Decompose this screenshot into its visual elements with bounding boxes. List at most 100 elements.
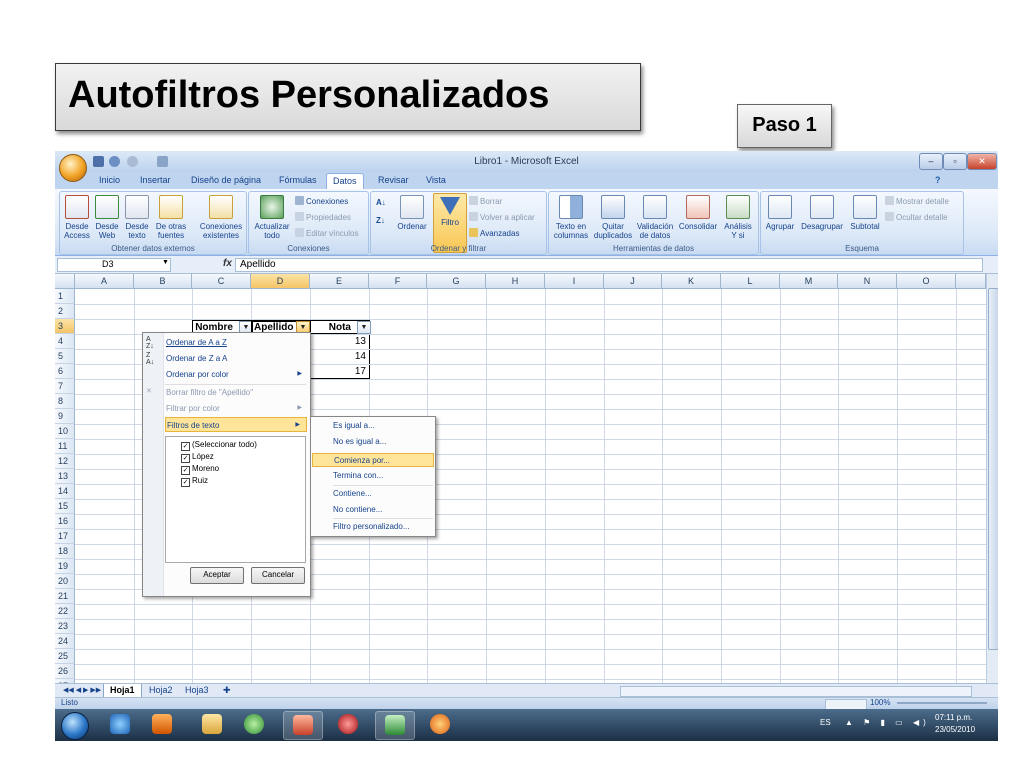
clock-time[interactable]: 07:11 p.m. [935, 713, 972, 722]
column-header[interactable]: K [662, 274, 721, 289]
language-indicator[interactable]: ES [820, 718, 831, 727]
checkbox-ruiz[interactable]: ✓ Ruiz [181, 476, 208, 487]
minimize-button[interactable]: – [919, 153, 943, 170]
checkbox-lopez[interactable]: ✓ López [181, 452, 214, 463]
cell-e4[interactable]: 13 [310, 335, 370, 349]
submenu-ends-with[interactable]: Termina con... [333, 469, 433, 483]
name-box[interactable]: D3 ▼ [57, 258, 171, 272]
column-header[interactable]: B [134, 274, 192, 289]
filter-value-list[interactable]: ✓ (Seleccionar todo) ✓ López ✓ Moreno ✓ Ruiz [165, 436, 306, 563]
column-header[interactable]: F [369, 274, 427, 289]
accept-button[interactable]: Aceptar [190, 567, 244, 584]
desde-access-button[interactable]: Desde Access [62, 195, 92, 240]
desagrupar-button[interactable]: Desagrupar [799, 195, 845, 231]
taskbar-app-media[interactable] [143, 711, 181, 738]
column-header[interactable]: L [721, 274, 780, 289]
row-header[interactable]: 22 [55, 604, 75, 619]
office-button[interactable] [59, 154, 87, 182]
tab-revisar[interactable]: Revisar [378, 175, 409, 185]
editar-vinculos-button[interactable]: Editar vínculos [295, 228, 358, 238]
menu-filter-color[interactable]: Filtrar por color ▶ [165, 401, 308, 416]
column-header[interactable]: E [310, 274, 369, 289]
tab-diseno-pagina[interactable]: Diseño de página [191, 175, 261, 185]
formula-input[interactable]: Apellido [235, 258, 983, 272]
row-header[interactable]: 7 [55, 379, 75, 394]
fx-icon[interactable]: fx [223, 258, 232, 269]
row-header[interactable]: 4 [55, 334, 75, 349]
sort-az-icon[interactable]: A↓ [376, 198, 386, 207]
row-header[interactable]: 24 [55, 634, 75, 649]
avanzadas-button[interactable]: Avanzadas [469, 228, 519, 238]
menu-sort-desc[interactable]: Ordenar de Z a A [165, 351, 308, 366]
row-header[interactable]: 11 [55, 439, 75, 454]
sheet-tab-hoja3[interactable]: Hoja3 [179, 684, 215, 697]
close-button[interactable]: ✕ [967, 153, 997, 170]
zoom-slider[interactable] [897, 702, 987, 704]
clock-date[interactable]: 23/05/2010 [935, 725, 975, 734]
start-button[interactable] [61, 712, 89, 740]
row-header[interactable]: 17 [55, 529, 75, 544]
row-header[interactable]: 3 [55, 319, 75, 334]
taskbar-app-explorer[interactable] [193, 711, 231, 738]
row-header[interactable]: 26 [55, 664, 75, 679]
help-icon[interactable]: ? [935, 175, 941, 185]
column-header[interactable]: M [780, 274, 838, 289]
menu-sort-asc[interactable]: Ordenar de A a Z [165, 335, 308, 350]
row-header[interactable]: 5 [55, 349, 75, 364]
tab-insertar[interactable]: Insertar [140, 175, 171, 185]
select-all-corner[interactable] [55, 274, 75, 289]
zoom-level[interactable]: 100% [870, 698, 890, 707]
otras-fuentes-button[interactable]: De otras fuentes [153, 195, 189, 240]
conexiones-existentes-button[interactable]: Conexiones existentes [198, 195, 244, 240]
sheet-nav-arrows-icon[interactable]: ◀◀ ◀ ▶ ▶▶ [57, 684, 107, 697]
volver-aplicar-button[interactable]: Volver a aplicar [469, 212, 535, 222]
submenu-contains[interactable]: Contiene... [333, 487, 433, 501]
row-header[interactable]: 18 [55, 544, 75, 559]
column-header[interactable]: G [427, 274, 486, 289]
tab-inicio[interactable]: Inicio [99, 175, 120, 185]
texto-columnas-button[interactable]: Texto en columnas [551, 195, 591, 240]
row-header[interactable]: 14 [55, 484, 75, 499]
cancel-button[interactable]: Cancelar [251, 567, 305, 584]
consolidar-button[interactable]: Consolidar [677, 195, 719, 231]
column-header[interactable]: N [838, 274, 897, 289]
sheet-tab-hoja1[interactable]: Hoja1 [103, 684, 142, 698]
row-header[interactable]: 1 [55, 289, 75, 304]
column-header[interactable]: I [545, 274, 604, 289]
filter-dropdown-nota[interactable]: ▼ [357, 321, 371, 334]
row-header[interactable]: 9 [55, 409, 75, 424]
menu-sort-color[interactable]: Ordenar por color ▶ [165, 367, 308, 382]
column-header-blank[interactable] [956, 274, 986, 289]
menu-text-filters[interactable]: Filtros de texto ▶ [165, 417, 307, 432]
column-header[interactable]: D [251, 274, 310, 289]
column-header[interactable]: O [897, 274, 956, 289]
row-header[interactable]: 10 [55, 424, 75, 439]
row-header[interactable]: 13 [55, 469, 75, 484]
column-header[interactable]: A [75, 274, 134, 289]
desde-texto-button[interactable]: Desde texto [123, 195, 151, 240]
row-header[interactable]: 12 [55, 454, 75, 469]
vertical-scroll-thumb[interactable] [988, 288, 998, 650]
row-header[interactable]: 2 [55, 304, 75, 319]
taskbar-app-firefox[interactable] [421, 711, 459, 738]
ordenar-button[interactable]: Ordenar [395, 195, 429, 231]
mostrar-detalle-button[interactable]: Mostrar detalle [885, 196, 949, 206]
checkbox-moreno[interactable]: ✓ Moreno [181, 464, 219, 475]
analisis-y-si-button[interactable]: Análisis Y si [721, 195, 755, 240]
row-header[interactable]: 8 [55, 394, 75, 409]
conexiones-button[interactable]: Conexiones [295, 196, 348, 206]
tab-formulas[interactable]: Fórmulas [279, 175, 317, 185]
submenu-equals[interactable]: Es igual a... [333, 419, 433, 433]
desde-web-button[interactable]: Desde Web [93, 195, 121, 240]
cell-e6[interactable]: 17 [310, 365, 370, 379]
row-header[interactable]: 21 [55, 589, 75, 604]
taskbar-app-messenger[interactable] [235, 711, 273, 738]
taskbar-app-media-red[interactable] [329, 711, 367, 738]
submenu-begins-with[interactable]: Comienza por... [312, 453, 434, 467]
actualizar-todo-button[interactable]: Actualizar todo [252, 195, 292, 240]
vertical-scrollbar[interactable] [986, 274, 998, 683]
sort-za-icon[interactable]: Z↓ [376, 216, 385, 225]
quitar-duplicados-button[interactable]: Quitar duplicados [593, 195, 633, 240]
insert-sheet-icon[interactable]: ✚ [217, 684, 237, 697]
submenu-not-equals[interactable]: No es igual a... [333, 435, 433, 449]
